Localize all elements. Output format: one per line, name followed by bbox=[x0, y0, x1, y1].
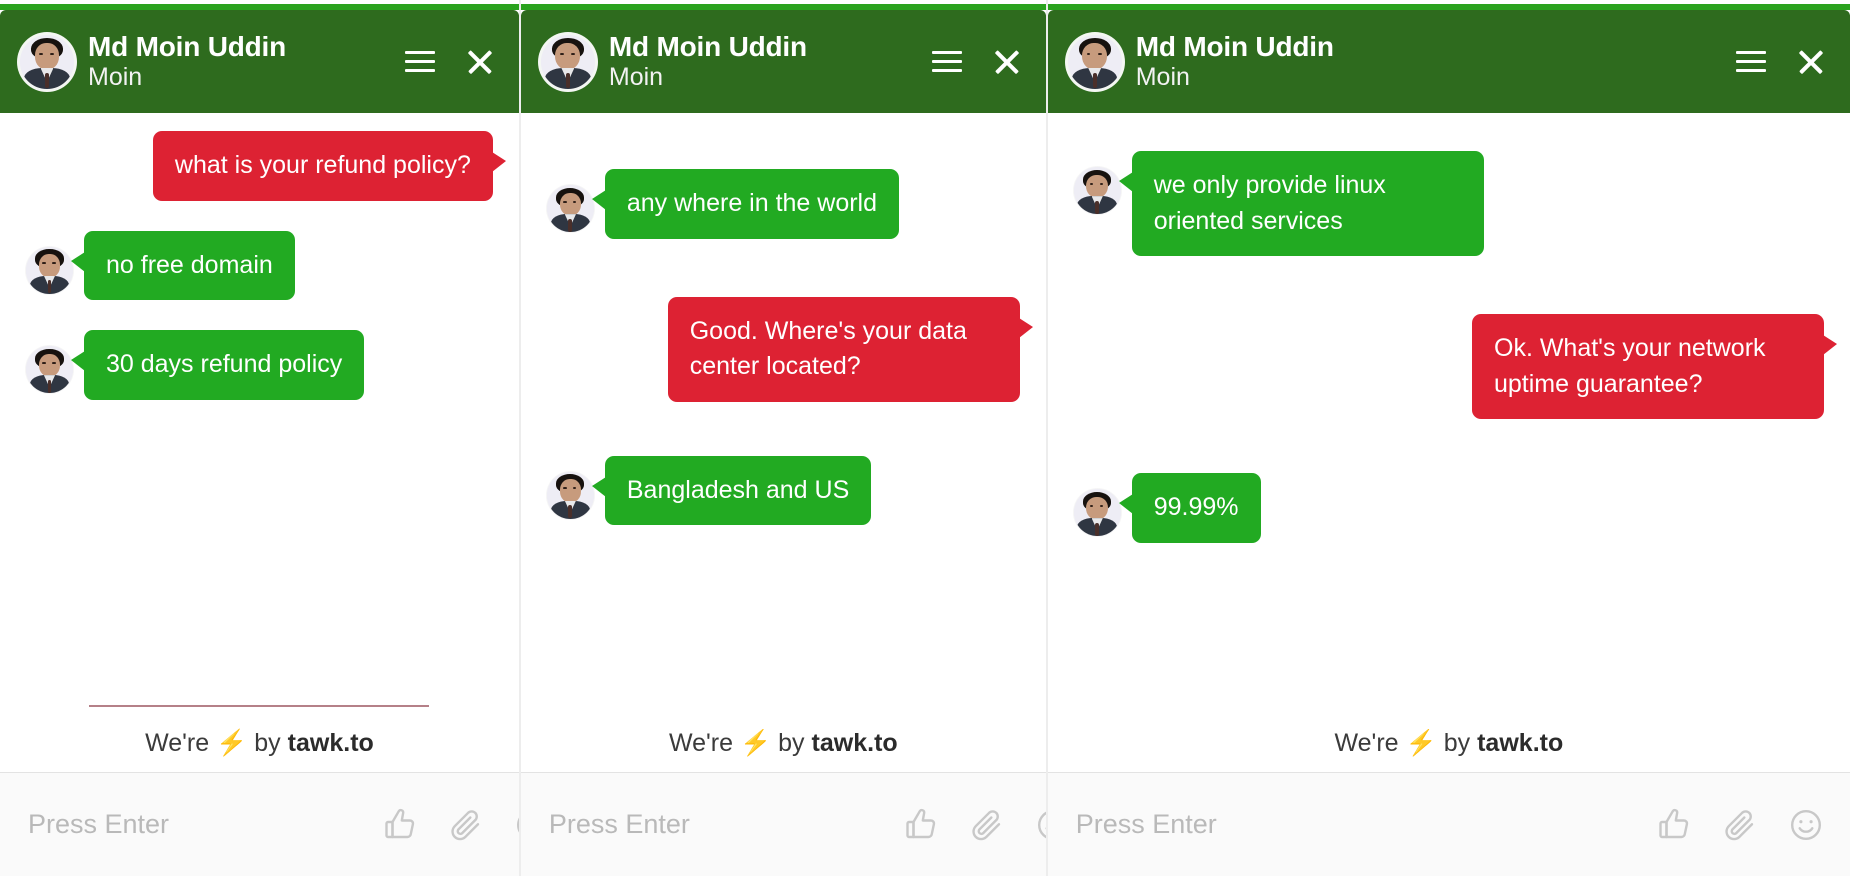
agent-avatar bbox=[1073, 489, 1121, 536]
agent-identity: Md Moin Uddin Moin bbox=[88, 31, 403, 91]
agent-subtitle: Moin bbox=[88, 62, 143, 91]
agent-message-bubble: any where in the world bbox=[591, 169, 900, 239]
paperclip-icon[interactable] bbox=[969, 807, 1005, 843]
agent-avatar bbox=[1067, 34, 1122, 89]
top-accent-strip bbox=[520, 0, 1046, 10]
message-list[interactable]: any where in the world Good. Where's you… bbox=[520, 113, 1046, 729]
message-input[interactable] bbox=[28, 809, 382, 840]
message-row: what is your refund policy? bbox=[26, 131, 506, 201]
paperclip-icon[interactable] bbox=[448, 807, 484, 843]
visitor-message-bubble: what is your refund policy? bbox=[152, 131, 506, 201]
agent-avatar bbox=[540, 34, 595, 89]
hamburger-menu-icon[interactable] bbox=[1734, 45, 1768, 79]
agent-identity: Md Moin Uddin Moin bbox=[1136, 31, 1734, 91]
chat-widget-panel-2: Md Moin Uddin Moin any where in the worl… bbox=[520, 0, 1046, 876]
chat-header: Md Moin Uddin Moin bbox=[1047, 10, 1850, 113]
agent-name: Md Moin Uddin bbox=[608, 31, 807, 63]
agent-message-bubble: no free domain bbox=[71, 230, 295, 300]
agent-avatar bbox=[546, 185, 594, 232]
visitor-message-bubble: Good. Where's your data center located? bbox=[667, 296, 1033, 402]
agent-identity: Md Moin Uddin Moin bbox=[609, 31, 930, 91]
thumbs-up-icon[interactable] bbox=[1656, 807, 1692, 843]
message-row: any where in the world bbox=[546, 169, 1020, 239]
emoji-smiley-icon[interactable] bbox=[1788, 807, 1824, 843]
header-actions bbox=[1734, 45, 1828, 79]
agent-message-bubble: we only provide linux oriented services bbox=[1118, 151, 1484, 256]
message-row: Good. Where's your data center located? bbox=[547, 296, 1033, 402]
lightning-bolt-icon: ⚡ bbox=[740, 729, 772, 757]
thumbs-up-icon[interactable] bbox=[382, 807, 418, 843]
lightning-bolt-icon: ⚡ bbox=[216, 729, 248, 757]
branding-middle: by bbox=[778, 729, 805, 757]
powered-by-label[interactable]: We're ⚡ by tawk.to bbox=[145, 729, 374, 758]
agent-name: Md Moin Uddin bbox=[1135, 31, 1334, 63]
branding-prefix: We're bbox=[668, 729, 733, 757]
visitor-message-bubble: Ok. What's your network uptime guarantee… bbox=[1472, 314, 1837, 419]
branding-footer: We're ⚡ by tawk.to bbox=[0, 705, 519, 772]
agent-subtitle: Moin bbox=[1135, 62, 1190, 91]
top-accent-strip bbox=[1047, 0, 1850, 10]
message-composer bbox=[1047, 772, 1850, 876]
message-list[interactable]: we only provide linux oriented services … bbox=[1047, 113, 1850, 729]
close-icon[interactable] bbox=[990, 45, 1024, 79]
agent-avatar bbox=[20, 34, 74, 89]
agent-message-bubble: 30 days refund policy bbox=[70, 330, 365, 400]
top-accent-strip bbox=[0, 0, 519, 10]
chat-widget-screenshot: Md Moin Uddin Moin what is your refund p… bbox=[0, 0, 1850, 876]
agent-avatar bbox=[26, 246, 73, 294]
branding-brand[interactable]: tawk.to bbox=[812, 729, 898, 758]
composer-actions bbox=[1656, 807, 1824, 843]
agent-message-bubble: Bangladesh and US bbox=[591, 455, 872, 525]
agent-avatar bbox=[1073, 167, 1121, 214]
message-row: 99.99% bbox=[1073, 473, 1824, 543]
chat-header: Md Moin Uddin Moin bbox=[520, 10, 1046, 113]
message-list[interactable]: what is your refund policy? no free doma… bbox=[0, 113, 519, 705]
agent-avatar bbox=[546, 471, 594, 519]
chat-header: Md Moin Uddin Moin bbox=[0, 10, 519, 113]
message-row: no free domain bbox=[26, 230, 493, 300]
agent-name: Md Moin Uddin bbox=[88, 31, 287, 63]
branding-footer: We're ⚡ by tawk.to bbox=[1047, 729, 1850, 772]
divider bbox=[89, 705, 430, 707]
branding-middle: by bbox=[1443, 729, 1471, 757]
close-icon[interactable] bbox=[463, 45, 497, 79]
powered-by-label[interactable]: We're ⚡ by tawk.to bbox=[1335, 729, 1564, 758]
message-row: 30 days refund policy bbox=[26, 330, 493, 400]
chat-widget-panel-3: Md Moin Uddin Moin we only provide linux… bbox=[1047, 0, 1850, 876]
branding-brand[interactable]: tawk.to bbox=[1477, 729, 1563, 758]
emoji-smiley-icon[interactable] bbox=[1035, 807, 1046, 843]
message-composer bbox=[520, 772, 1046, 876]
hamburger-menu-icon[interactable] bbox=[403, 45, 437, 79]
powered-by-label[interactable]: We're ⚡ by tawk.to bbox=[669, 729, 898, 758]
agent-subtitle: Moin bbox=[608, 62, 664, 91]
paperclip-icon[interactable] bbox=[1722, 807, 1758, 843]
header-actions bbox=[930, 45, 1024, 79]
message-row: we only provide linux oriented services bbox=[1073, 151, 1824, 256]
message-input[interactable] bbox=[548, 809, 903, 840]
header-actions bbox=[403, 45, 497, 79]
emoji-smiley-icon[interactable] bbox=[514, 807, 519, 843]
thumbs-up-icon[interactable] bbox=[903, 807, 939, 843]
branding-footer: We're ⚡ by tawk.to bbox=[520, 729, 1046, 772]
hamburger-menu-icon[interactable] bbox=[930, 45, 964, 79]
composer-actions bbox=[903, 807, 1046, 843]
branding-prefix: We're bbox=[145, 729, 210, 757]
branding-brand[interactable]: tawk.to bbox=[288, 729, 374, 758]
message-input[interactable] bbox=[1075, 809, 1656, 840]
message-row: Bangladesh and US bbox=[546, 455, 1020, 525]
composer-actions bbox=[382, 807, 519, 843]
agent-avatar bbox=[26, 346, 73, 393]
close-icon[interactable] bbox=[1794, 45, 1828, 79]
lightning-bolt-icon: ⚡ bbox=[1405, 729, 1437, 757]
message-composer bbox=[0, 772, 519, 876]
branding-prefix: We're bbox=[1334, 729, 1399, 757]
agent-message-bubble: 99.99% bbox=[1118, 473, 1261, 543]
chat-widget-panel-1: Md Moin Uddin Moin what is your refund p… bbox=[0, 0, 519, 876]
branding-middle: by bbox=[254, 729, 281, 757]
message-row: Ok. What's your network uptime guarantee… bbox=[1074, 314, 1837, 419]
